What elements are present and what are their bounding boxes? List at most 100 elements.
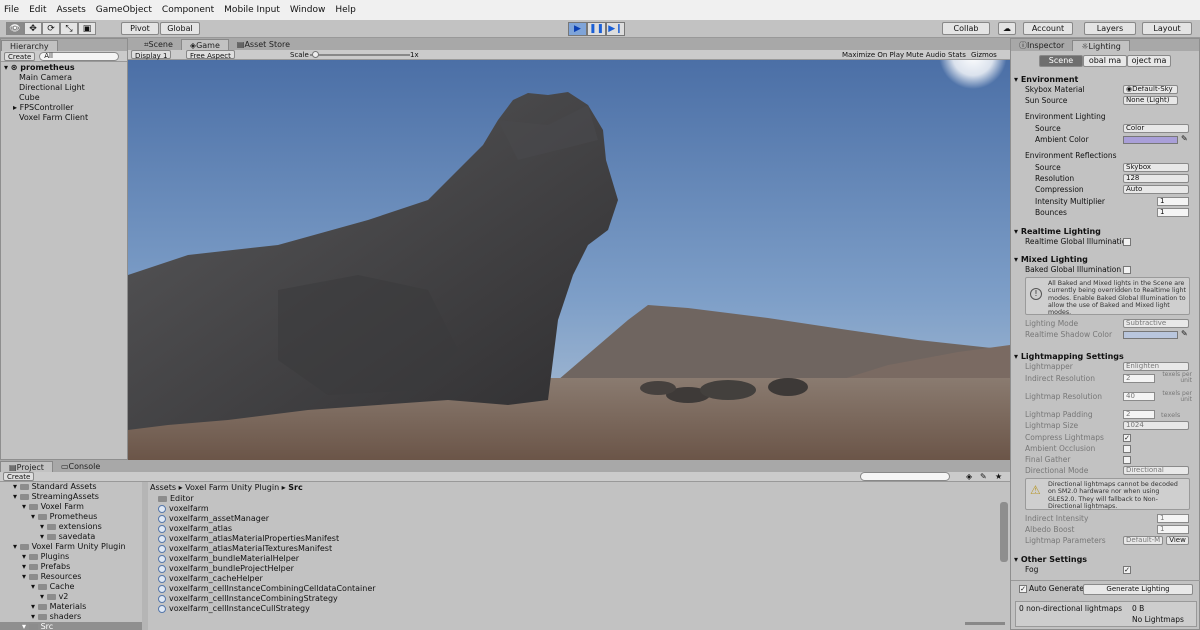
menu-assets[interactable]: Assets xyxy=(57,5,86,15)
lightmap-params-dropdown[interactable]: Default-M xyxy=(1123,536,1163,545)
compression-dropdown[interactable]: Auto xyxy=(1123,185,1189,194)
auto-generate-checkbox[interactable]: ✓ xyxy=(1019,585,1027,593)
hierarchy-search-input[interactable]: All xyxy=(39,51,120,61)
project-create-dropdown[interactable]: Create xyxy=(3,472,35,481)
hierarchy-item[interactable]: ▸ FPSController xyxy=(1,103,127,113)
tab-inspector[interactable]: ⓘ Inspector xyxy=(1011,40,1072,51)
filter-label-icon[interactable]: ✎ xyxy=(980,472,987,481)
hierarchy-item[interactable]: Cube xyxy=(1,93,127,103)
expand-arrow-icon[interactable]: ▾ xyxy=(13,542,20,551)
albedo-boost-field[interactable]: 1 xyxy=(1157,525,1189,534)
file-list-item[interactable]: voxelfarm_cellInstanceCullStrategy xyxy=(150,604,998,614)
scene-root-item[interactable]: ▾ ⊛ prometheus xyxy=(1,63,127,73)
folder-tree-item[interactable]: ▾ v2 xyxy=(0,592,148,602)
tab-project[interactable]: ▤ Project xyxy=(0,461,53,472)
segment-global-maps[interactable]: obal ma xyxy=(1083,55,1127,67)
section-mixed-lighting[interactable]: ▾ Mixed Lighting xyxy=(1011,254,1088,265)
expand-arrow-icon[interactable]: ▾ xyxy=(31,612,38,621)
section-lightmapping[interactable]: ▾ Lightmapping Settings xyxy=(1011,351,1124,362)
reflection-source-dropdown[interactable]: Skybox xyxy=(1123,163,1189,172)
file-list-item[interactable]: voxelfarm_assetManager xyxy=(150,514,998,524)
pause-button[interactable]: ❚❚ xyxy=(587,22,606,36)
expand-arrow-icon[interactable]: ▾ xyxy=(40,592,47,601)
folder-tree-item[interactable]: ▾ Cache xyxy=(0,582,148,592)
menu-gameobject[interactable]: GameObject xyxy=(96,5,152,15)
menu-mobile-input[interactable]: Mobile Input xyxy=(224,5,280,15)
file-list-item[interactable]: voxelfarm_atlasMaterialPropertiesManifes… xyxy=(150,534,998,544)
padding-field[interactable]: 2 xyxy=(1123,410,1155,419)
indirect-intensity-field[interactable]: 1 xyxy=(1157,514,1189,523)
favorite-star-icon[interactable]: ★ xyxy=(995,472,1002,481)
tab-scene[interactable]: ⌗ Scene xyxy=(136,39,181,50)
play-button[interactable]: ▶ xyxy=(568,22,587,36)
mute-audio-button[interactable]: Mute Audio xyxy=(906,50,946,60)
expand-arrow-icon[interactable]: ▾ xyxy=(31,602,38,611)
final-gather-checkbox[interactable] xyxy=(1123,456,1131,464)
sun-source-field[interactable]: None (Light) xyxy=(1123,96,1178,105)
expand-arrow-icon[interactable]: ▾ xyxy=(13,482,20,491)
folder-tree-item[interactable]: ▾ Plugins xyxy=(0,552,148,562)
collab-button[interactable]: Collab xyxy=(942,22,990,35)
tab-console[interactable]: ▭ Console xyxy=(53,461,108,472)
folder-tree-item[interactable]: ▾ shaders xyxy=(0,612,148,622)
pivot-toggle[interactable]: Pivot xyxy=(121,22,159,35)
file-list-item[interactable]: voxelfarm_cacheHelper xyxy=(150,574,998,584)
expand-arrow-icon[interactable]: ▾ xyxy=(31,582,38,591)
folder-tree-item[interactable]: ▾ Src xyxy=(0,622,148,630)
ambient-color-swatch[interactable] xyxy=(1123,136,1178,144)
generate-lighting-button[interactable]: Generate Lighting xyxy=(1083,584,1193,595)
folder-tree-item[interactable]: ▾ Standard Assets xyxy=(0,482,148,492)
layout-dropdown[interactable]: Layout xyxy=(1142,22,1192,35)
menu-help[interactable]: Help xyxy=(335,5,356,15)
expand-arrow-icon[interactable]: ▾ xyxy=(22,622,29,630)
expand-arrow-icon[interactable]: ▾ xyxy=(40,522,47,531)
bounces-field[interactable]: 1 xyxy=(1157,208,1189,217)
menu-window[interactable]: Window xyxy=(290,5,326,15)
intensity-field[interactable]: 1 xyxy=(1157,197,1189,206)
source-dropdown[interactable]: Color xyxy=(1123,124,1189,133)
file-list-item[interactable]: Editor xyxy=(150,494,998,504)
menu-component[interactable]: Component xyxy=(162,5,214,15)
layers-dropdown[interactable]: Layers xyxy=(1084,22,1136,35)
compress-checkbox[interactable]: ✓ xyxy=(1123,434,1131,442)
menu-file[interactable]: File xyxy=(4,5,19,15)
global-toggle[interactable]: Global xyxy=(160,22,200,35)
account-dropdown[interactable]: Account xyxy=(1023,22,1073,35)
fog-checkbox[interactable]: ✓ xyxy=(1123,566,1131,574)
section-environment[interactable]: ▾ Environment xyxy=(1011,74,1078,85)
tree-scrollbar[interactable] xyxy=(142,482,148,630)
view-params-button[interactable]: View xyxy=(1166,536,1189,545)
realtime-gi-checkbox[interactable] xyxy=(1123,238,1131,246)
expand-arrow-icon[interactable]: ▾ xyxy=(40,532,47,541)
lightmap-resolution-field[interactable]: 40 xyxy=(1123,392,1155,401)
rotate-tool-icon[interactable]: ⟳ xyxy=(42,22,60,35)
folder-tree-item[interactable]: ▾ extensions xyxy=(0,522,148,532)
icon-size-slider[interactable] xyxy=(965,622,1005,625)
skybox-field[interactable]: ◉Default-Sky xyxy=(1123,85,1178,94)
file-list-item[interactable]: voxelfarm_bundleMaterialHelper xyxy=(150,554,998,564)
view-tool-icon[interactable]: 👁 xyxy=(6,22,24,35)
ao-checkbox[interactable] xyxy=(1123,445,1131,453)
menu-edit[interactable]: Edit xyxy=(29,5,46,15)
breadcrumb-item[interactable]: Src xyxy=(288,483,302,492)
resolution-dropdown[interactable]: 128 xyxy=(1123,174,1189,183)
eyedropper-icon[interactable]: ✎ xyxy=(1181,329,1188,338)
hierarchy-item[interactable]: Voxel Farm Client xyxy=(1,113,127,123)
section-other-settings[interactable]: ▾ Other Settings xyxy=(1011,554,1087,565)
segment-scene[interactable]: Scene xyxy=(1039,55,1083,67)
lightmap-size-dropdown[interactable]: 1024 xyxy=(1123,421,1189,430)
cloud-icon[interactable]: ☁ xyxy=(998,22,1016,35)
expand-arrow-icon[interactable]: ▾ xyxy=(22,562,29,571)
rect-tool-icon[interactable]: ▣ xyxy=(78,22,96,35)
folder-tree-item[interactable]: ▾ savedata xyxy=(0,532,148,542)
project-search-input[interactable] xyxy=(860,472,950,481)
tab-game[interactable]: ◈ Game xyxy=(180,39,229,50)
filter-type-icon[interactable]: ◈ xyxy=(966,472,972,481)
expand-arrow-icon[interactable]: ▾ xyxy=(22,552,29,561)
file-list-item[interactable]: voxelfarm_cellInstanceCombiningCelldataC… xyxy=(150,584,998,594)
file-list-item[interactable]: voxelfarm xyxy=(150,504,998,514)
folder-tree-item[interactable]: ▾ Prometheus xyxy=(0,512,148,522)
indirect-resolution-field[interactable]: 2 xyxy=(1123,374,1155,383)
file-list-item[interactable]: voxelfarm_bundleProjectHelper xyxy=(150,564,998,574)
hierarchy-item[interactable]: Directional Light xyxy=(1,83,127,93)
